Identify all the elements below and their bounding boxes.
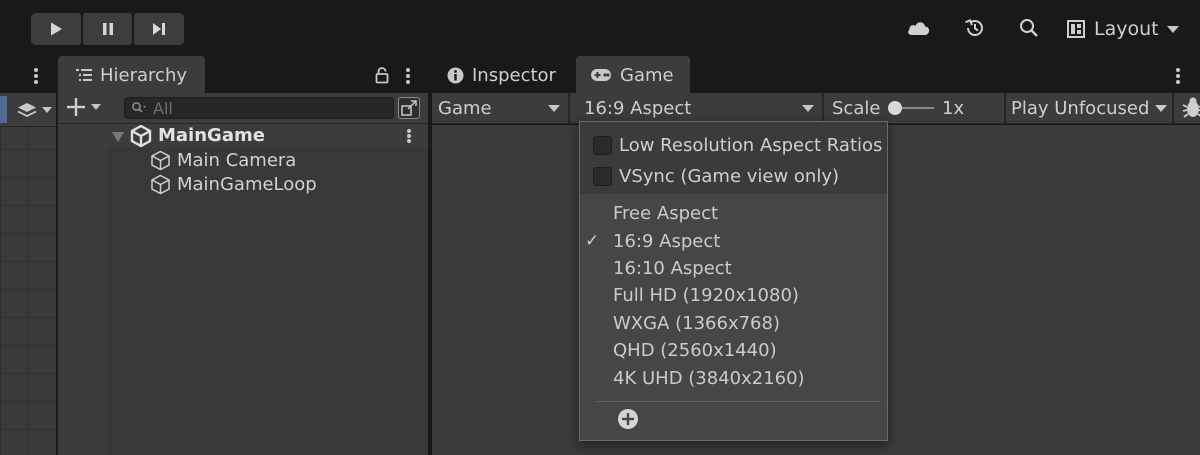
add-aspect-button[interactable]	[617, 408, 639, 430]
playmode-controls	[31, 13, 185, 45]
search-icon	[1020, 19, 1038, 37]
play-button[interactable]	[31, 13, 81, 45]
list-item[interactable]: MainGameLoop	[150, 174, 317, 195]
layout-dropdown[interactable]: Layout	[1066, 14, 1179, 44]
chevron-down-icon	[42, 107, 52, 113]
toolbar-divider	[1172, 93, 1174, 124]
game-menu-button[interactable]	[1173, 66, 1183, 86]
scene-toolbar-edge	[0, 93, 56, 127]
create-button[interactable]	[66, 97, 101, 117]
tab-inspector-label: Inspector	[472, 64, 556, 86]
vsync-label: VSync (Game view only)	[619, 166, 840, 187]
scene-view-edge	[0, 93, 56, 455]
aspect-option-qhd[interactable]: QHD (2560x1440)	[613, 340, 777, 361]
cloud-icon	[908, 22, 930, 35]
chevron-down-icon	[1166, 25, 1179, 33]
aspect-option-free[interactable]: Free Aspect	[613, 203, 718, 224]
pause-button[interactable]	[82, 13, 133, 45]
aspect-option-16-10[interactable]: 16:10 Aspect	[613, 258, 732, 279]
info-icon	[447, 67, 464, 83]
bug-icon	[1182, 97, 1200, 118]
display-dropdown[interactable]: Game	[438, 93, 566, 124]
vsync-checkbox-row[interactable]: VSync (Game view only)	[593, 166, 839, 187]
scale-label: Scale	[832, 98, 881, 119]
scene-visibility-button[interactable]	[398, 97, 420, 119]
tab-game[interactable]: Game	[576, 56, 690, 94]
low-resolution-checkbox-row[interactable]: Low Resolution Aspect Ratios	[593, 135, 882, 156]
chevron-down-icon	[91, 104, 101, 110]
lock-button[interactable]	[374, 66, 390, 84]
hierarchy-menu-button[interactable]	[403, 66, 413, 86]
layout-icon	[1067, 20, 1085, 38]
play-mode-label: Play Unfocused	[1011, 98, 1150, 119]
toolbar-divider	[822, 93, 824, 124]
hierarchy-search-input[interactable]: All	[124, 97, 394, 119]
list-item-label: MainGameLoop	[177, 174, 317, 195]
aspect-option-4k-uhd[interactable]: 4K UHD (3840x2160)	[613, 368, 805, 389]
low-resolution-label: Low Resolution Aspect Ratios	[619, 135, 883, 156]
search-button[interactable]	[1016, 15, 1042, 41]
chevron-down-icon	[1155, 105, 1167, 112]
history-icon	[965, 19, 983, 36]
vsync-checkbox[interactable]	[593, 167, 612, 186]
search-placeholder: All	[153, 98, 173, 118]
expand-arrow-icon[interactable]	[112, 132, 124, 142]
cloud-button[interactable]	[906, 15, 932, 41]
expand-icon	[401, 100, 417, 116]
history-button[interactable]	[962, 15, 988, 41]
aspect-dropdown[interactable]: 16:9 Aspect	[584, 93, 820, 124]
selected-check-icon: ✓	[585, 231, 600, 251]
left-panel-menu-button[interactable]	[31, 66, 41, 86]
scene-name: MainGame	[158, 125, 265, 146]
scene-menu-button[interactable]	[404, 127, 414, 145]
play-mode-dropdown[interactable]: Play Unfocused	[1011, 93, 1173, 124]
debug-button[interactable]	[1180, 96, 1200, 120]
toolbar-divider	[568, 93, 570, 124]
layers-icon	[17, 103, 37, 118]
aspect-option-full-hd[interactable]: Full HD (1920x1080)	[613, 285, 799, 306]
search-icon	[132, 102, 146, 113]
scene-row[interactable]: MainGame	[58, 124, 428, 148]
gameobject-icon	[151, 174, 170, 195]
tab-inspector[interactable]: Inspector	[447, 56, 556, 94]
low-resolution-checkbox[interactable]	[593, 136, 612, 155]
tab-game-label: Game	[620, 64, 674, 86]
layout-label: Layout	[1094, 18, 1159, 40]
hierarchy-icon	[76, 69, 92, 81]
gameobject-icon	[151, 150, 170, 171]
scale-slider-handle[interactable]	[888, 101, 902, 115]
plus-icon	[67, 98, 85, 116]
aspect-label: 16:9 Aspect	[584, 98, 692, 119]
chevron-down-icon	[802, 105, 814, 112]
gamepad-icon	[591, 69, 611, 81]
add-circle-icon	[618, 409, 638, 429]
play-icon	[50, 22, 62, 36]
lock-icon	[375, 67, 389, 84]
list-item[interactable]: Main Camera	[150, 150, 296, 171]
scale-value: 1x	[942, 98, 965, 119]
step-icon	[153, 23, 166, 35]
toolbar-divider	[1004, 93, 1006, 124]
unity-scene-icon	[130, 125, 152, 147]
scene-tool-highlight	[0, 96, 7, 123]
aspect-option-16-9[interactable]: 16:9 Aspect	[613, 231, 720, 252]
layers-dropdown[interactable]	[16, 101, 52, 119]
chevron-down-icon	[548, 105, 560, 112]
aspect-option-wxga[interactable]: WXGA (1366x768)	[613, 313, 780, 334]
tab-hierarchy[interactable]: Hierarchy	[58, 56, 205, 94]
step-button[interactable]	[134, 13, 185, 45]
pause-icon	[102, 23, 113, 35]
list-item-label: Main Camera	[177, 150, 297, 171]
menu-divider	[595, 401, 881, 402]
display-label: Game	[438, 98, 492, 119]
tab-hierarchy-label: Hierarchy	[100, 64, 188, 86]
